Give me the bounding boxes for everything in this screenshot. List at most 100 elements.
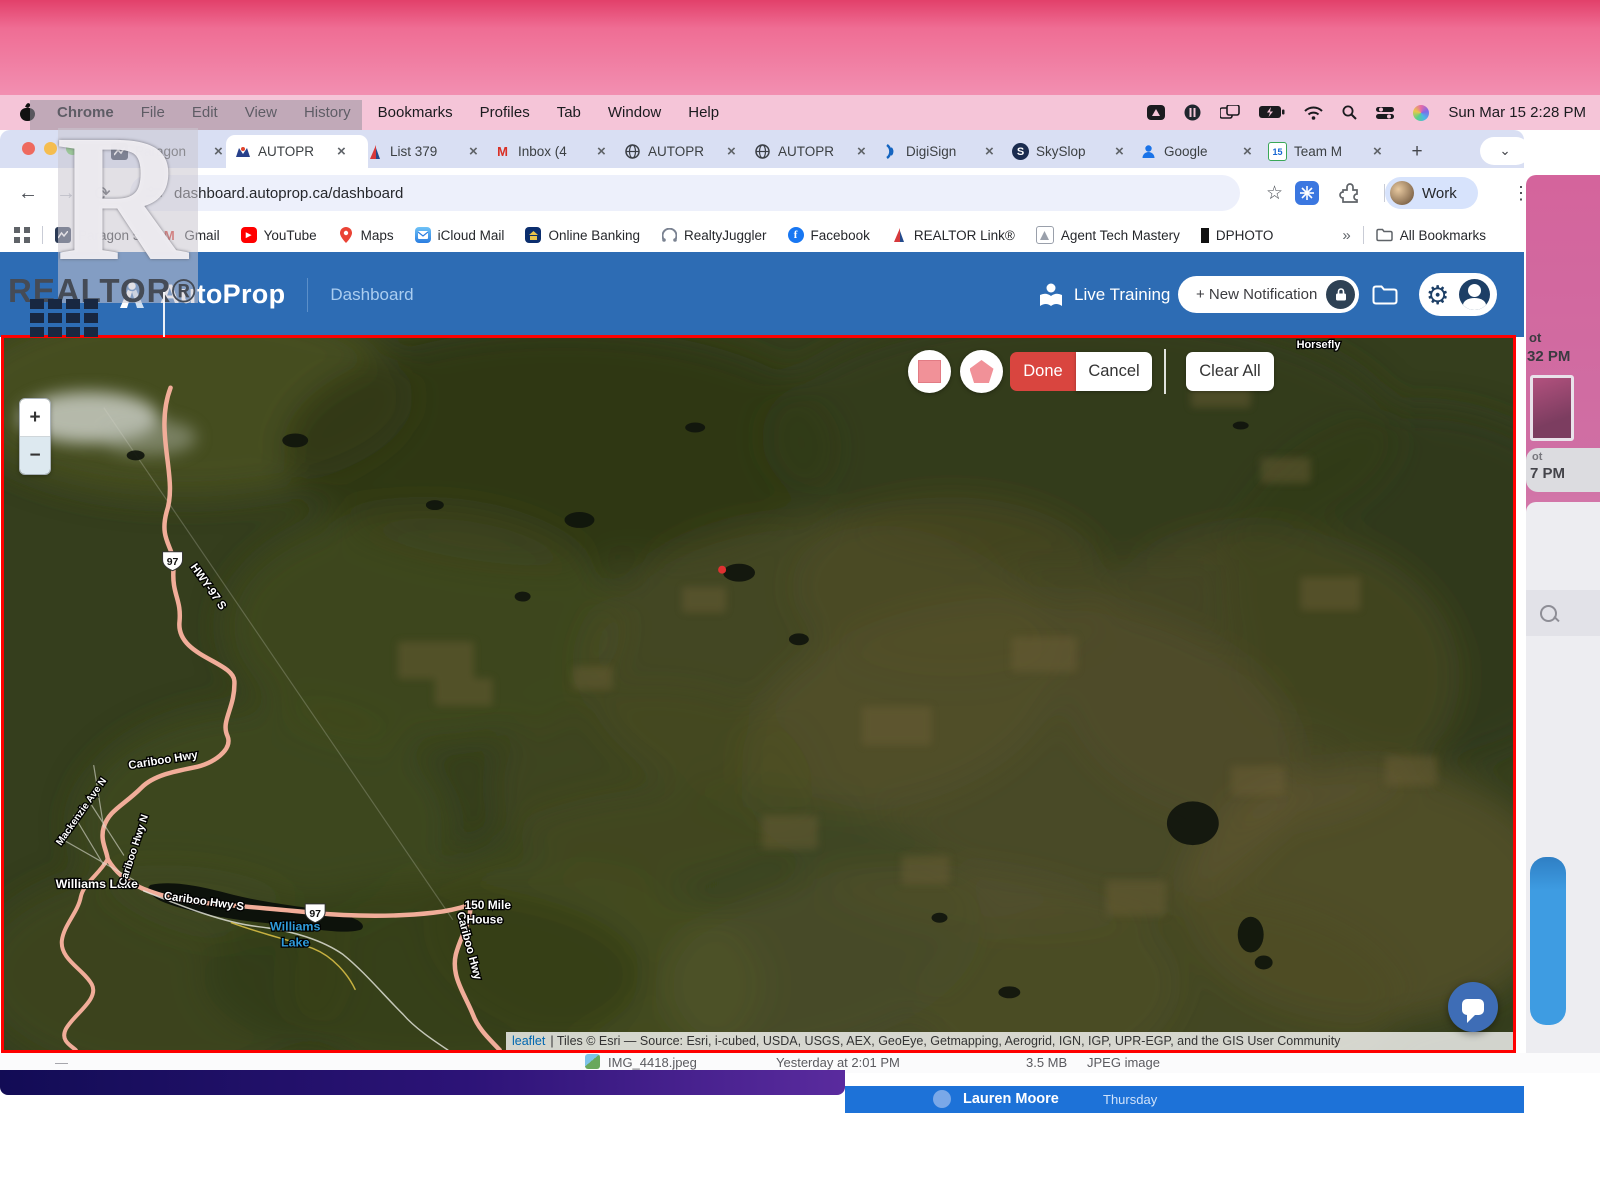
bookmark-online-banking[interactable]: Online Banking — [525, 227, 640, 243]
siri-icon[interactable] — [1413, 105, 1429, 121]
tab-search-button[interactable]: ⌄ — [1480, 137, 1530, 165]
message-notification-banner[interactable]: Lauren Moore Thursday — [845, 1086, 1524, 1113]
tab-inbox[interactable]: M Inbox (4 × — [486, 135, 624, 168]
bookmarks-bar: Paragon 5 M Gmail ▶ YouTube Maps iCloud … — [0, 218, 1524, 252]
google-account-favicon — [1140, 143, 1157, 160]
cancel-button[interactable]: Cancel — [1076, 352, 1152, 391]
menu-edit[interactable]: Edit — [192, 104, 218, 121]
finder-window-edge — [0, 1070, 845, 1095]
live-training-link[interactable]: Live Training — [1038, 282, 1170, 308]
zoom-out-button[interactable]: − — [20, 436, 50, 474]
bookmark-paragon5[interactable]: Paragon 5 — [55, 227, 140, 243]
menu-profiles[interactable]: Profiles — [480, 104, 530, 121]
tab-label: Inbox (4 — [518, 144, 590, 159]
leaflet-map[interactable]: Williams Lake Cariboo Hwy S Cariboo Hwy … — [1, 335, 1516, 1053]
tab-list-379[interactable]: List 379 × — [358, 135, 494, 168]
leaflet-link[interactable]: leaflet — [512, 1034, 545, 1048]
menu-history[interactable]: History — [304, 104, 351, 121]
close-tab-icon[interactable]: × — [727, 144, 736, 159]
tab-autoprop-3[interactable]: AUTOPR × — [746, 135, 882, 168]
extensions-puzzle-icon[interactable] — [1338, 181, 1362, 205]
bookmark-maps[interactable]: Maps — [338, 227, 394, 243]
autoprop-brand[interactable]: AutoProp — [160, 279, 285, 310]
new-notification-button[interactable]: + New Notification — [1178, 276, 1359, 313]
close-tab-icon[interactable]: × — [1373, 144, 1382, 159]
done-button[interactable]: Done — [1010, 352, 1076, 391]
nav-dashboard[interactable]: Dashboard — [330, 285, 413, 305]
bookmark-realtor-link[interactable]: REALTOR Link® — [891, 227, 1015, 243]
youtube-icon: ▶ — [241, 227, 257, 243]
spotlight-search-icon[interactable] — [1342, 105, 1357, 120]
menu-view[interactable]: View — [245, 104, 277, 121]
minimize-window-button[interactable] — [44, 142, 57, 155]
menu-chrome[interactable]: Chrome — [57, 104, 114, 121]
close-tab-icon[interactable]: × — [214, 144, 223, 159]
tab-skyslope[interactable]: S SkySlop × — [1004, 135, 1140, 168]
all-bookmarks-button[interactable]: All Bookmarks — [1376, 228, 1486, 243]
tab-paragon[interactable]: Paragon × — [103, 135, 235, 168]
chrome-menu-icon[interactable]: ⋮ — [1512, 183, 1530, 204]
tab-google[interactable]: Google × — [1132, 135, 1268, 168]
bookmark-icloud-mail[interactable]: iCloud Mail — [415, 227, 505, 243]
wifi-icon[interactable] — [1304, 106, 1323, 120]
account-avatar-icon[interactable] — [1459, 279, 1490, 310]
close-tab-icon[interactable]: × — [337, 144, 346, 159]
chat-widget-button[interactable] — [1448, 982, 1498, 1032]
clear-all-button[interactable]: Clear All — [1186, 352, 1274, 391]
zoom-in-button[interactable]: + — [20, 399, 50, 436]
close-tab-icon[interactable]: × — [1115, 144, 1124, 159]
menu-bookmarks[interactable]: Bookmarks — [378, 104, 453, 121]
stage-manager-icon[interactable] — [1220, 105, 1240, 120]
menu-clock[interactable]: Sun Mar 15 2:28 PM — [1448, 104, 1586, 121]
menu-tab[interactable]: Tab — [557, 104, 581, 121]
dphoto-icon — [1201, 228, 1209, 243]
extension-snowflake-icon[interactable] — [1295, 181, 1319, 205]
apple-menu-icon[interactable] — [20, 104, 35, 121]
draw-rectangle-button[interactable] — [908, 350, 951, 393]
bookmark-facebook[interactable]: f Facebook — [788, 227, 870, 243]
tab-autoprop-active[interactable]: AUTOPR × — [226, 135, 368, 168]
svg-text:97: 97 — [309, 909, 321, 920]
back-button[interactable]: ← — [18, 182, 38, 205]
close-tab-icon[interactable]: × — [469, 144, 478, 159]
close-window-button[interactable] — [22, 142, 35, 155]
close-tab-icon[interactable]: × — [985, 144, 994, 159]
skyslope-favicon: S — [1012, 143, 1029, 160]
profile-chip[interactable]: Work — [1385, 177, 1478, 209]
bookmark-realtyjuggler[interactable]: RealtyJuggler — [661, 227, 767, 243]
bookmark-star-icon[interactable]: ☆ — [1266, 182, 1283, 205]
new-tab-button[interactable]: + — [1394, 135, 1440, 168]
bookmark-dphoto[interactable]: DPHOTO — [1201, 228, 1274, 243]
bookmark-youtube[interactable]: ▶ YouTube — [241, 227, 317, 243]
zoom-window-button[interactable] — [66, 142, 79, 155]
folder-icon-header[interactable] — [1372, 284, 1398, 306]
draw-polygon-button[interactable] — [960, 350, 1003, 393]
close-tab-icon[interactable]: × — [597, 144, 606, 159]
reload-button[interactable]: ⟳ — [94, 181, 111, 206]
menu-window[interactable]: Window — [608, 104, 661, 121]
screen-record-icon[interactable] — [1147, 105, 1165, 120]
label-lake-2: Lake — [281, 936, 309, 950]
address-field[interactable]: dashboard.autoprop.ca/dashboard — [130, 175, 1240, 211]
bookmark-label: DPHOTO — [1216, 228, 1274, 243]
close-tab-icon[interactable]: × — [1243, 144, 1252, 159]
photo-thumbnail[interactable] — [1530, 375, 1574, 441]
site-settings-icon[interactable] — [146, 186, 162, 200]
tab-autoprop-2[interactable]: AUTOPR × — [616, 135, 754, 168]
file-thumbnail-icon — [585, 1054, 600, 1069]
forward-button[interactable]: → — [56, 182, 76, 205]
bookmark-agent-tech-mastery[interactable]: Agent Tech Mastery — [1036, 226, 1180, 244]
menu-help[interactable]: Help — [688, 104, 719, 121]
control-center-icon[interactable] — [1376, 106, 1394, 120]
tab-digisign[interactable]: DigiSign × — [874, 135, 1012, 168]
tab-team-meeting[interactable]: 15 Team M × — [1260, 135, 1398, 168]
menu-file[interactable]: File — [141, 104, 165, 121]
bookmark-gmail[interactable]: M Gmail — [161, 227, 219, 243]
bookmarks-overflow-icon[interactable]: » — [1342, 227, 1350, 244]
settings-gear-icon[interactable]: ⚙ — [1426, 282, 1449, 308]
apps-grid-icon[interactable] — [14, 227, 30, 243]
close-tab-icon[interactable]: × — [857, 144, 866, 159]
app-status-icon[interactable] — [1184, 104, 1201, 121]
plus-icon: + — [1411, 141, 1422, 163]
battery-icon[interactable] — [1259, 106, 1285, 119]
